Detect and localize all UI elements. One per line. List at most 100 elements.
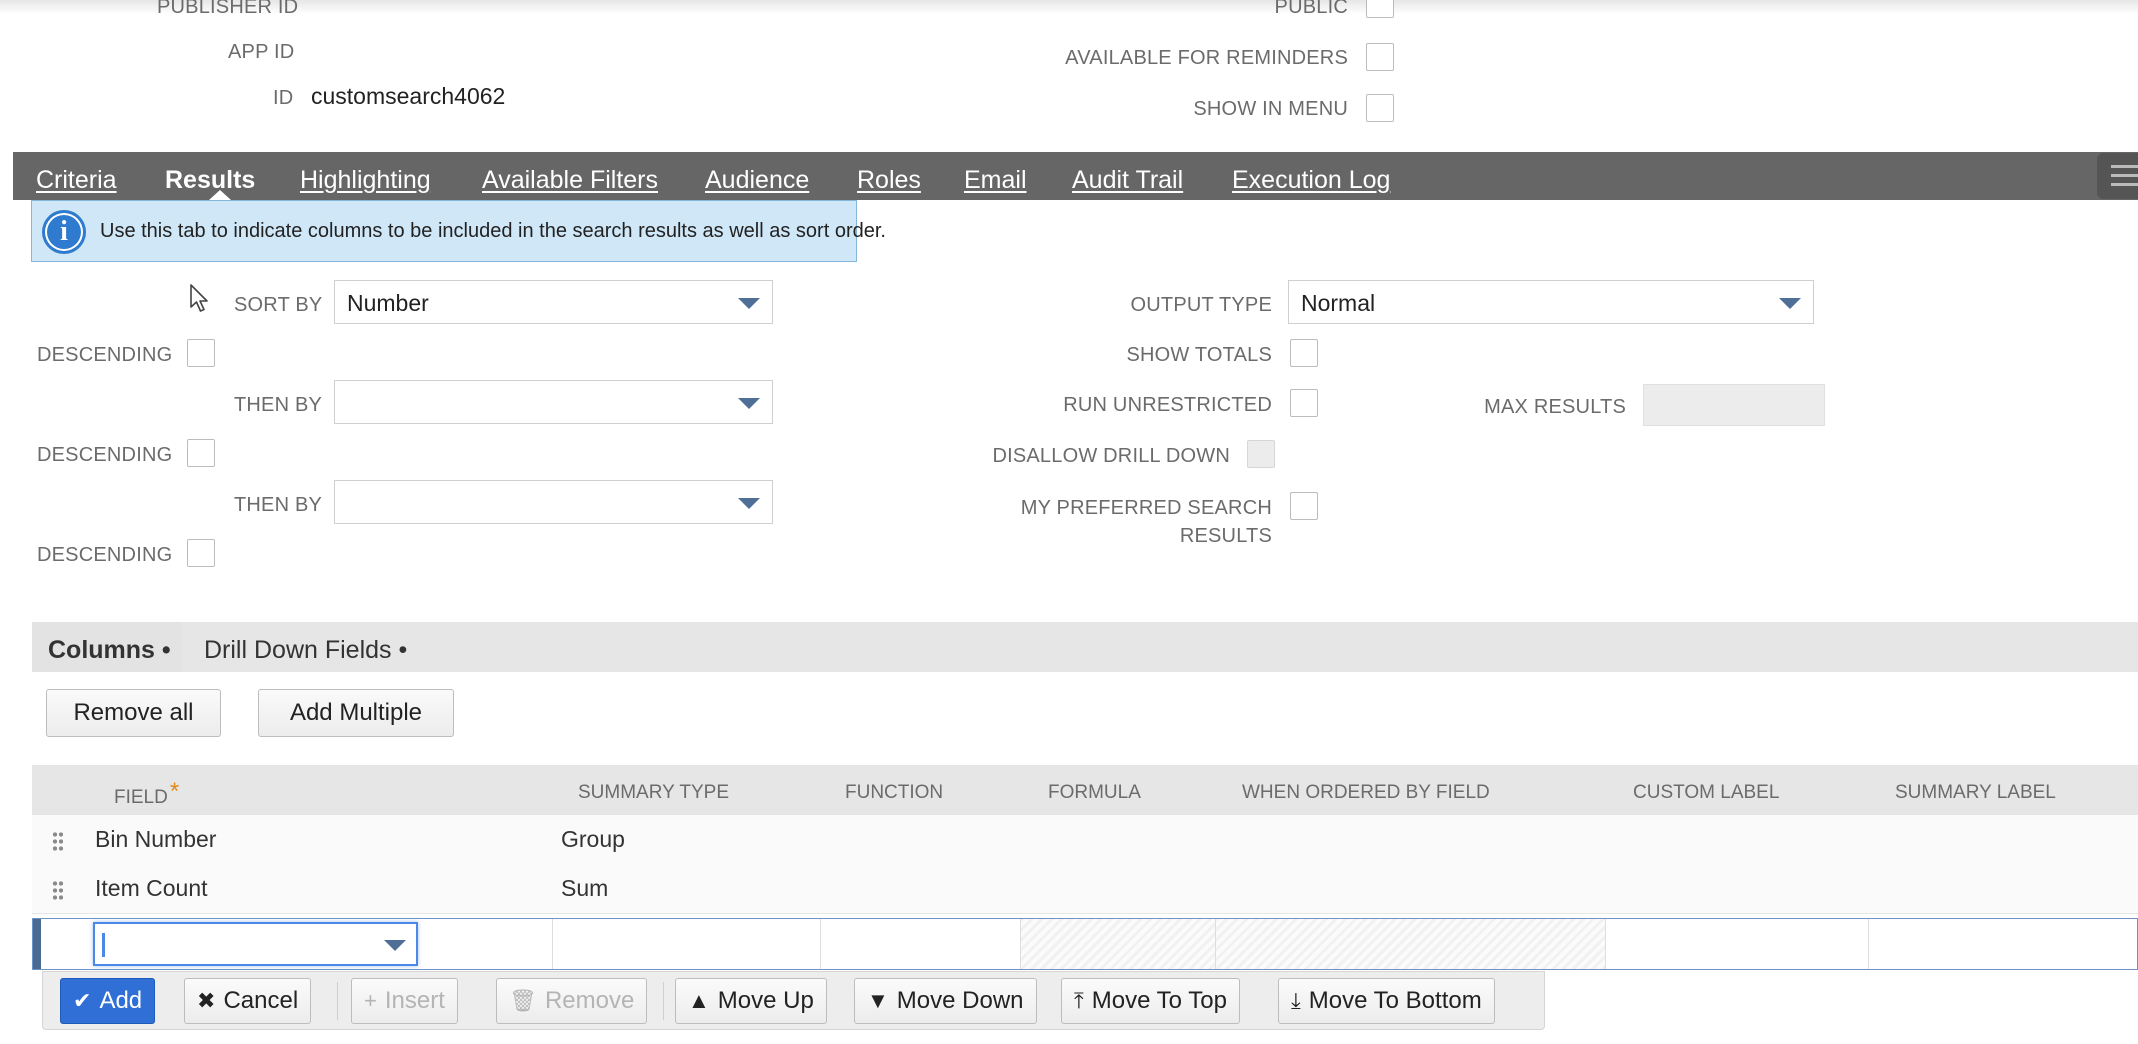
info-banner: i Use this tab to indicate columns to be… — [31, 200, 886, 262]
descending-checkbox-1[interactable] — [187, 339, 215, 367]
output-type-label: OUTPUT TYPE — [1130, 294, 1272, 316]
info-text: Use this tab to indicate columns to be i… — [100, 220, 886, 242]
remove-button-label: Remove — [544, 987, 635, 1014]
drag-handle-icon[interactable] — [52, 880, 64, 900]
table-row[interactable]: Bin Number Group — [32, 815, 2138, 865]
row-field: Bin Number — [95, 826, 217, 852]
arrow-to-top-icon: ⤒ — [1074, 988, 1084, 1013]
tab-audience[interactable]: Audience — [705, 166, 809, 195]
public-label: PUBLIC — [1274, 0, 1348, 18]
my-preferred-search-results-label: MY PREFERRED SEARCH RESULTS — [1021, 494, 1272, 550]
tab-email[interactable]: Email — [964, 166, 1027, 195]
tab-audit-trail[interactable]: Audit Trail — [1072, 166, 1183, 195]
row-summary-type: Sum — [561, 875, 609, 901]
descending-label-3: DESCENDING — [37, 544, 173, 566]
subtab-drill-down-fields[interactable]: Drill Down Fields • — [204, 636, 407, 665]
add-button[interactable]: ✔ Add — [60, 978, 156, 1024]
max-results-input[interactable] — [1643, 384, 1825, 426]
insert-button-label: Insert — [384, 987, 445, 1014]
my-preferred-label-line2: RESULTS — [1179, 525, 1272, 547]
chevron-down-icon — [384, 940, 406, 951]
arrow-to-bottom-icon: ⤓ — [1291, 988, 1301, 1013]
then-by-select-2[interactable] — [334, 480, 773, 524]
info-icon: i — [42, 210, 86, 254]
table-row[interactable]: Item Count Sum — [32, 864, 2138, 914]
header-when-ordered-by-field: WHEN ORDERED BY FIELD — [1242, 782, 1490, 803]
descending-label-2: DESCENDING — [37, 444, 173, 466]
mouse-pointer-icon — [190, 284, 208, 312]
move-up-button-label: Move Up — [717, 987, 814, 1014]
when-ordered-cell-disabled — [1215, 919, 1605, 969]
formula-cell-disabled — [1020, 919, 1215, 969]
chevron-down-icon — [1779, 298, 1801, 309]
header-custom-label: CUSTOM LABEL — [1633, 782, 1780, 803]
sort-by-label: SORT BY — [234, 294, 323, 316]
run-unrestricted-label: RUN UNRESTRICTED — [1063, 394, 1272, 416]
then-by-label-1: THEN BY — [234, 394, 323, 416]
add-button-label: Add — [99, 987, 143, 1014]
move-up-button[interactable]: ▲ Move Up — [675, 978, 827, 1024]
my-preferred-search-results-checkbox[interactable] — [1290, 492, 1318, 520]
plus-icon: + — [364, 988, 377, 1013]
check-icon: ✔ — [73, 988, 92, 1013]
edit-row[interactable] — [32, 918, 2138, 970]
insert-button[interactable]: + Insert — [351, 978, 458, 1024]
cancel-button[interactable]: ✖ Cancel — [184, 978, 312, 1024]
tab-roles[interactable]: Roles — [857, 166, 921, 195]
tab-menu-button[interactable] — [2097, 153, 2138, 199]
show-totals-label: SHOW TOTALS — [1126, 344, 1272, 366]
field-select[interactable] — [93, 922, 418, 966]
edit-row-indicator — [33, 919, 41, 969]
descending-label-1: DESCENDING — [37, 344, 173, 366]
header-summary-type: SUMMARY TYPE — [578, 782, 729, 803]
tab-criteria[interactable]: Criteria — [36, 166, 117, 195]
remove-button[interactable]: 🗑 Remove — [496, 978, 648, 1024]
sort-by-select[interactable]: Number — [334, 280, 773, 324]
output-type-select[interactable]: Normal — [1288, 280, 1814, 324]
top-shadow — [0, 0, 2138, 14]
move-to-top-button-label: Move To Top — [1091, 987, 1227, 1014]
sort-by-value: Number — [347, 290, 429, 316]
tab-available-filters[interactable]: Available Filters — [482, 166, 658, 195]
my-preferred-label-line1: MY PREFERRED SEARCH — [1020, 497, 1272, 519]
remove-all-button[interactable]: Remove all — [46, 689, 221, 737]
active-tab-caret — [209, 190, 231, 200]
disallow-drill-down-label: DISALLOW DRILL DOWN — [992, 445, 1230, 467]
move-to-top-button[interactable]: ⤒ Move To Top — [1061, 978, 1240, 1024]
then-by-select-1[interactable] — [334, 380, 773, 424]
move-to-bottom-button-label: Move To Bottom — [1308, 987, 1482, 1014]
header-formula: FORMULA — [1048, 782, 1141, 803]
app-id-label: APP ID — [228, 41, 295, 63]
max-results-label: MAX RESULTS — [1484, 396, 1626, 418]
header-field: FIELD* — [114, 778, 179, 810]
close-icon: ✖ — [197, 988, 216, 1013]
arrow-up-icon: ▲ — [688, 988, 710, 1013]
show-in-menu-checkbox[interactable] — [1366, 94, 1394, 122]
required-asterisk: * — [169, 778, 180, 805]
id-value: customsearch4062 — [311, 83, 506, 109]
arrow-down-icon: ▼ — [867, 988, 889, 1013]
available-for-reminders-label: AVAILABLE FOR REMINDERS — [1065, 47, 1348, 69]
tab-execution-log[interactable]: Execution Log — [1232, 166, 1390, 195]
row-summary-type: Group — [561, 826, 625, 852]
move-down-button[interactable]: ▼ Move Down — [854, 978, 1037, 1024]
trash-icon: 🗑 — [509, 988, 537, 1013]
disallow-drill-down-checkbox[interactable] — [1247, 440, 1275, 468]
tab-highlighting[interactable]: Highlighting — [300, 166, 431, 195]
run-unrestricted-checkbox[interactable] — [1290, 389, 1318, 417]
descending-checkbox-3[interactable] — [187, 539, 215, 567]
move-down-button-label: Move Down — [896, 987, 1024, 1014]
subtab-columns[interactable]: Columns • — [48, 636, 171, 665]
header-field-label: FIELD — [114, 787, 168, 808]
drag-handle-icon[interactable] — [52, 831, 64, 851]
chevron-down-icon — [738, 298, 760, 309]
descending-checkbox-2[interactable] — [187, 439, 215, 467]
add-multiple-button[interactable]: Add Multiple — [258, 689, 454, 737]
cancel-button-label: Cancel — [223, 987, 299, 1014]
show-totals-checkbox[interactable] — [1290, 339, 1318, 367]
public-checkbox[interactable] — [1366, 0, 1394, 18]
output-type-value: Normal — [1301, 290, 1376, 316]
move-to-bottom-button[interactable]: ⤓ Move To Bottom — [1278, 978, 1495, 1024]
header-function: FUNCTION — [845, 782, 944, 803]
available-for-reminders-checkbox[interactable] — [1366, 43, 1394, 71]
